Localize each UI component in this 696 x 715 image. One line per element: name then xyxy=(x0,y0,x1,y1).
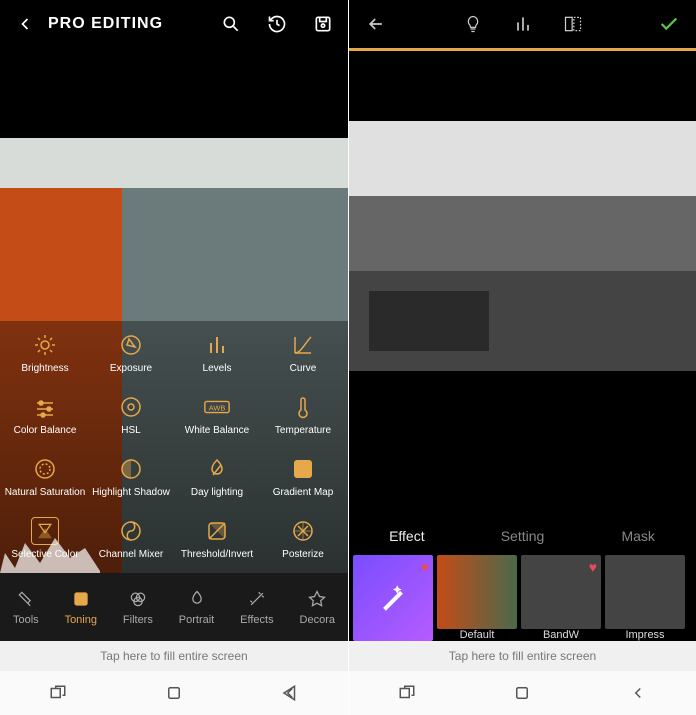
nav-home-icon[interactable] xyxy=(164,683,184,703)
tool-threshold-invert[interactable]: Threshold/Invert xyxy=(174,513,260,565)
nav-back-icon[interactable] xyxy=(280,683,300,703)
tool-day-lighting[interactable]: Day lighting xyxy=(174,451,260,503)
decorate-icon xyxy=(306,588,328,610)
tool-curve[interactable]: Curve xyxy=(260,327,346,379)
effect-thumb xyxy=(437,555,517,629)
effect-impress[interactable]: Impress xyxy=(605,555,685,641)
posterize-icon xyxy=(289,517,317,545)
tab-filters[interactable]: Filters xyxy=(123,588,153,626)
tool-gradient-map[interactable]: Gradient Map xyxy=(260,451,346,503)
effect-thumb: ♥ xyxy=(521,555,601,629)
watermark-text: hello xyxy=(379,329,402,341)
channel-mixer-icon xyxy=(117,517,145,545)
system-navbar xyxy=(349,671,696,715)
effect-tabs: Effect Setting Mask xyxy=(349,517,696,555)
white-balance-icon: AWB xyxy=(203,393,231,421)
topbar xyxy=(349,0,696,48)
color-balance-icon xyxy=(31,393,59,421)
tool-temperature[interactable]: Temperature xyxy=(260,389,346,441)
tab-tools[interactable]: Tools xyxy=(13,588,39,626)
tools-icon xyxy=(15,588,37,610)
nav-home-icon[interactable] xyxy=(512,683,532,703)
tool-channel-mixer[interactable]: Channel Mixer xyxy=(88,513,174,565)
bottom-tabs: Tools Toning Filters Portrait Effects De… xyxy=(0,573,348,641)
effects-icon xyxy=(246,588,268,610)
histogram-icon xyxy=(0,533,100,573)
svg-text:AWB: AWB xyxy=(209,404,226,413)
tab-toning[interactable]: Toning xyxy=(65,588,97,626)
brightness-icon xyxy=(31,331,59,359)
hint-icon[interactable] xyxy=(462,13,484,35)
wand-icon: ♥ xyxy=(353,555,433,641)
temperature-icon xyxy=(289,393,317,421)
tool-highlight-shadow[interactable]: Highlight Shadow xyxy=(88,451,174,503)
tab-mask[interactable]: Mask xyxy=(580,528,696,544)
confirm-icon[interactable] xyxy=(658,13,680,35)
page-title: PRO EDITING xyxy=(48,15,220,33)
tool-natural-saturation[interactable]: Natural Saturation xyxy=(2,451,88,503)
tool-exposure[interactable]: Exposure xyxy=(88,327,174,379)
effect-thumb xyxy=(605,555,685,629)
tab-effects[interactable]: Effects xyxy=(240,588,273,626)
topbar: PRO EDITING xyxy=(0,0,348,48)
heart-icon: ♥ xyxy=(589,559,597,575)
effect-default[interactable]: Default xyxy=(437,555,517,641)
natural-saturation-icon xyxy=(31,455,59,483)
save-icon[interactable] xyxy=(312,13,334,35)
tool-color-balance[interactable]: Color Balance xyxy=(2,389,88,441)
back-icon[interactable] xyxy=(365,13,387,35)
portrait-icon xyxy=(186,588,208,610)
day-lighting-icon xyxy=(203,455,231,483)
highlight-shadow-icon xyxy=(117,455,145,483)
curve-icon xyxy=(289,331,317,359)
effect-bandw[interactable]: ♥ BandW xyxy=(521,555,601,641)
photo-canvas[interactable]: hello xyxy=(349,51,696,517)
back-icon[interactable] xyxy=(14,13,36,35)
tab-portrait[interactable]: Portrait xyxy=(179,588,214,626)
system-navbar xyxy=(0,671,348,715)
nav-recents-icon[interactable] xyxy=(48,683,68,703)
effect-row[interactable]: ♥ Default ♥ BandW Impress xyxy=(349,555,696,641)
tool-hsl[interactable]: HSL xyxy=(88,389,174,441)
pro-editing-screen: PRO EDITING Brightness xyxy=(0,0,348,715)
tool-white-balance[interactable]: AWB White Balance xyxy=(174,389,260,441)
effect-screen: hello Effect Setting Mask ♥ Default ♥ Ba… xyxy=(348,0,696,715)
filters-icon xyxy=(127,588,149,610)
fill-screen-hint[interactable]: Tap here to fill entire screen xyxy=(349,641,696,671)
gradient-map-icon xyxy=(289,455,317,483)
tool-posterize[interactable]: Posterize xyxy=(260,513,346,565)
compare-icon[interactable] xyxy=(562,13,584,35)
history-icon[interactable] xyxy=(266,13,288,35)
tool-levels[interactable]: Levels xyxy=(174,327,260,379)
tab-decorate[interactable]: Decora xyxy=(300,588,335,626)
photo-canvas[interactable]: Brightness Exposure Levels Curve Co xyxy=(0,48,348,573)
tab-setting[interactable]: Setting xyxy=(465,528,581,544)
threshold-invert-icon xyxy=(203,517,231,545)
search-icon[interactable] xyxy=(220,13,242,35)
effect-wand[interactable]: ♥ xyxy=(353,555,433,641)
exposure-icon xyxy=(117,331,145,359)
tab-effect[interactable]: Effect xyxy=(349,528,465,544)
levels-icon[interactable] xyxy=(512,13,534,35)
nav-recents-icon[interactable] xyxy=(397,683,417,703)
tool-brightness[interactable]: Brightness xyxy=(2,327,88,379)
heart-icon: ♥ xyxy=(421,559,429,575)
levels-icon xyxy=(203,331,231,359)
fill-screen-hint[interactable]: Tap here to fill entire screen xyxy=(0,641,348,671)
toning-icon xyxy=(70,588,92,610)
nav-back-icon[interactable] xyxy=(628,683,648,703)
hsl-icon xyxy=(117,393,145,421)
